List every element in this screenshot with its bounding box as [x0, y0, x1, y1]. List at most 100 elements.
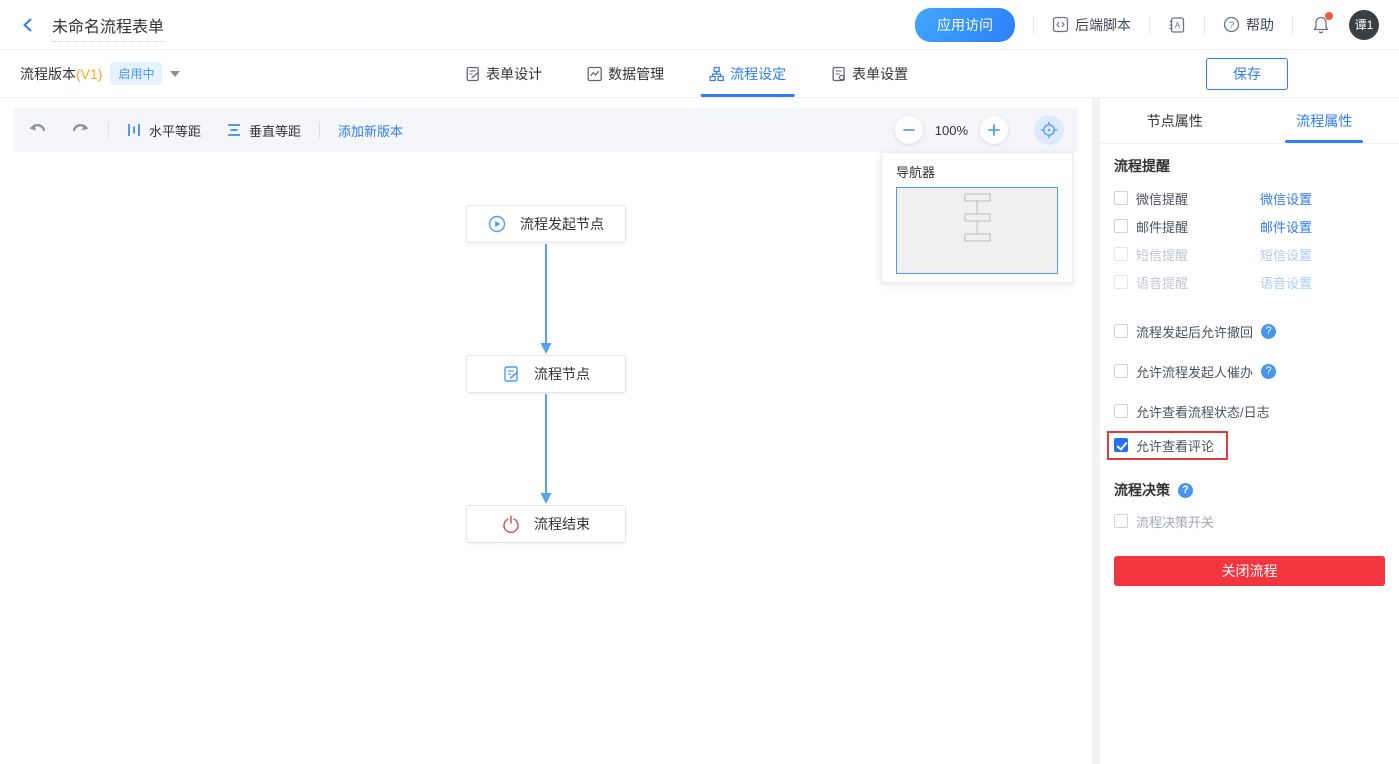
divider — [1033, 15, 1034, 34]
allow-view-status-row: 允许查看流程状态/日志 — [1114, 398, 1385, 424]
tab-form-design[interactable]: 表单设计 — [464, 50, 542, 97]
top-header: 未命名流程表单 应用访问 后端脚本 A ? 帮助 谭1 — [0, 0, 1399, 50]
navigator-panel: 导航器 — [881, 152, 1073, 283]
close-flow-button[interactable]: 关闭流程 — [1114, 556, 1385, 586]
avatar[interactable]: 谭1 — [1349, 9, 1379, 40]
contacts-icon: A — [1168, 16, 1186, 34]
horizontal-spacing-button[interactable]: 水平等距 — [127, 121, 201, 140]
svg-text:A: A — [1175, 20, 1181, 30]
sidebar-content: 流程提醒 微信提醒 微信设置 邮件提醒 邮件设置 短信提醒 短信设置 语音提醒 … — [1100, 144, 1399, 764]
sms-settings-link[interactable]: 短信设置 — [1260, 245, 1312, 264]
decision-switch-checkbox[interactable] — [1114, 514, 1128, 528]
vertical-spacing-button[interactable]: 垂直等距 — [227, 121, 301, 140]
tab-flow-properties[interactable]: 流程属性 — [1250, 98, 1399, 143]
divider — [108, 122, 109, 138]
allow-urge-row: 允许流程发起人催办 ? — [1114, 358, 1385, 384]
properties-sidebar: 节点属性 流程属性 流程提醒 微信提醒 微信设置 邮件提醒 邮件设置 短信提醒 … — [1100, 98, 1399, 764]
tab-form-settings[interactable]: 表单设置 — [830, 50, 908, 97]
email-settings-link[interactable]: 邮件设置 — [1260, 217, 1312, 236]
backend-script-button[interactable]: 后端脚本 — [1052, 15, 1131, 35]
allow-view-status-checkbox[interactable] — [1114, 404, 1128, 418]
divider — [1204, 15, 1205, 34]
code-icon — [1052, 16, 1069, 33]
highlight-box: 允许查看评论 — [1107, 430, 1229, 460]
power-icon — [502, 515, 520, 533]
app-access-button[interactable]: 应用访问 — [915, 7, 1015, 42]
voice-reminder-row: 语音提醒 语音设置 — [1114, 268, 1385, 296]
sidebar-tabs: 节点属性 流程属性 — [1100, 98, 1399, 144]
svg-text:?: ? — [1229, 20, 1234, 31]
navigator-title: 导航器 — [896, 165, 936, 180]
flow-node-label: 流程结束 — [534, 516, 590, 532]
save-button[interactable]: 保存 — [1206, 57, 1288, 90]
sms-reminder-checkbox[interactable] — [1114, 247, 1128, 261]
main-area: 水平等距 垂直等距 添加新版本 100% 流程发起节点 流程节点 流程结束 导航… — [0, 98, 1399, 764]
allow-withdraw-checkbox[interactable] — [1114, 324, 1128, 338]
navigator-minimap[interactable] — [896, 187, 1058, 274]
data-management-icon — [586, 66, 602, 82]
help-icon[interactable]: ? — [1178, 482, 1193, 498]
wechat-reminder-checkbox[interactable] — [1114, 191, 1128, 205]
question-circle-icon: ? — [1223, 16, 1240, 33]
horizontal-spacing-icon — [127, 123, 141, 137]
zoom-in-button[interactable] — [980, 116, 1008, 144]
zoom-level: 100% — [934, 122, 968, 138]
status-badge: 启用中 — [110, 62, 163, 85]
doc-edit-icon — [502, 365, 520, 383]
flow-decision-title: 流程决策 ? — [1114, 480, 1385, 500]
flow-settings-icon — [708, 66, 724, 82]
zoom-out-button[interactable] — [894, 116, 923, 144]
allow-urge-checkbox[interactable] — [1114, 364, 1128, 378]
contacts-button[interactable]: A — [1168, 16, 1186, 34]
panel-divider — [1092, 98, 1100, 764]
sms-reminder-row: 短信提醒 短信设置 — [1114, 240, 1385, 268]
tab-node-properties[interactable]: 节点属性 — [1100, 98, 1250, 143]
add-new-version-link[interactable]: 添加新版本 — [338, 121, 403, 140]
form-settings-icon — [830, 66, 846, 82]
help-icon[interactable]: ? — [1261, 323, 1277, 339]
allow-view-comments-row: 允许查看评论 — [1107, 430, 1385, 460]
help-icon[interactable]: ? — [1261, 363, 1277, 379]
divider — [1292, 15, 1293, 34]
email-reminder-checkbox[interactable] — [1114, 219, 1128, 233]
play-circle-icon — [488, 215, 506, 233]
flow-node-label: 流程发起节点 — [520, 216, 604, 232]
voice-reminder-checkbox[interactable] — [1114, 275, 1128, 289]
flow-node-task[interactable]: 流程节点 — [466, 355, 626, 393]
form-design-icon — [464, 66, 480, 82]
allow-view-comments-checkbox[interactable] — [1114, 438, 1128, 452]
version-number: (V1) — [76, 65, 103, 82]
tab-flow-settings[interactable]: 流程设定 — [700, 50, 795, 97]
wechat-settings-link[interactable]: 微信设置 — [1260, 189, 1312, 208]
zoom-controls: 100% — [894, 115, 1064, 145]
flow-reminder-title: 流程提醒 — [1114, 158, 1170, 174]
subheader: 流程版本(V1) 启用中 表单设计 数据管理 流程设定 表单设置 保存 — [0, 50, 1399, 98]
email-reminder-row: 邮件提醒 邮件设置 — [1114, 212, 1385, 240]
version-label: 流程版本(V1) — [20, 65, 103, 82]
undo-icon[interactable] — [28, 121, 48, 139]
tab-data-management[interactable]: 数据管理 — [586, 50, 664, 97]
redo-icon[interactable] — [70, 121, 90, 139]
main-tabs: 表单设计 数据管理 流程设定 表单设置 — [464, 50, 908, 97]
flow-node-start[interactable]: 流程发起节点 — [466, 205, 626, 243]
fit-view-button[interactable] — [1034, 115, 1064, 145]
back-icon[interactable] — [20, 17, 36, 33]
flow-canvas[interactable]: 水平等距 垂直等距 添加新版本 100% 流程发起节点 流程节点 流程结束 导航… — [0, 98, 1092, 764]
flow-version: 流程版本(V1) 启用中 — [20, 62, 181, 85]
canvas-toolbar: 水平等距 垂直等距 添加新版本 100% — [14, 108, 1078, 152]
help-button[interactable]: ? 帮助 — [1223, 15, 1274, 35]
notification-dot — [1325, 11, 1333, 20]
page-title[interactable]: 未命名流程表单 — [52, 18, 165, 42]
divider — [1149, 15, 1150, 34]
decision-switch-row: 流程决策开关 — [1114, 508, 1385, 534]
divider — [319, 122, 321, 138]
minimap-flow — [964, 193, 991, 242]
notification-bell-icon[interactable] — [1311, 11, 1333, 35]
wechat-reminder-row: 微信提醒 微信设置 — [1114, 184, 1385, 212]
voice-settings-link[interactable]: 语音设置 — [1260, 273, 1312, 292]
flow-node-label: 流程节点 — [534, 366, 590, 382]
chevron-down-icon[interactable] — [170, 70, 181, 77]
flow-node-end[interactable]: 流程结束 — [466, 505, 626, 543]
allow-withdraw-row: 流程发起后允许撤回 ? — [1114, 318, 1385, 344]
vertical-spacing-icon — [227, 123, 241, 137]
